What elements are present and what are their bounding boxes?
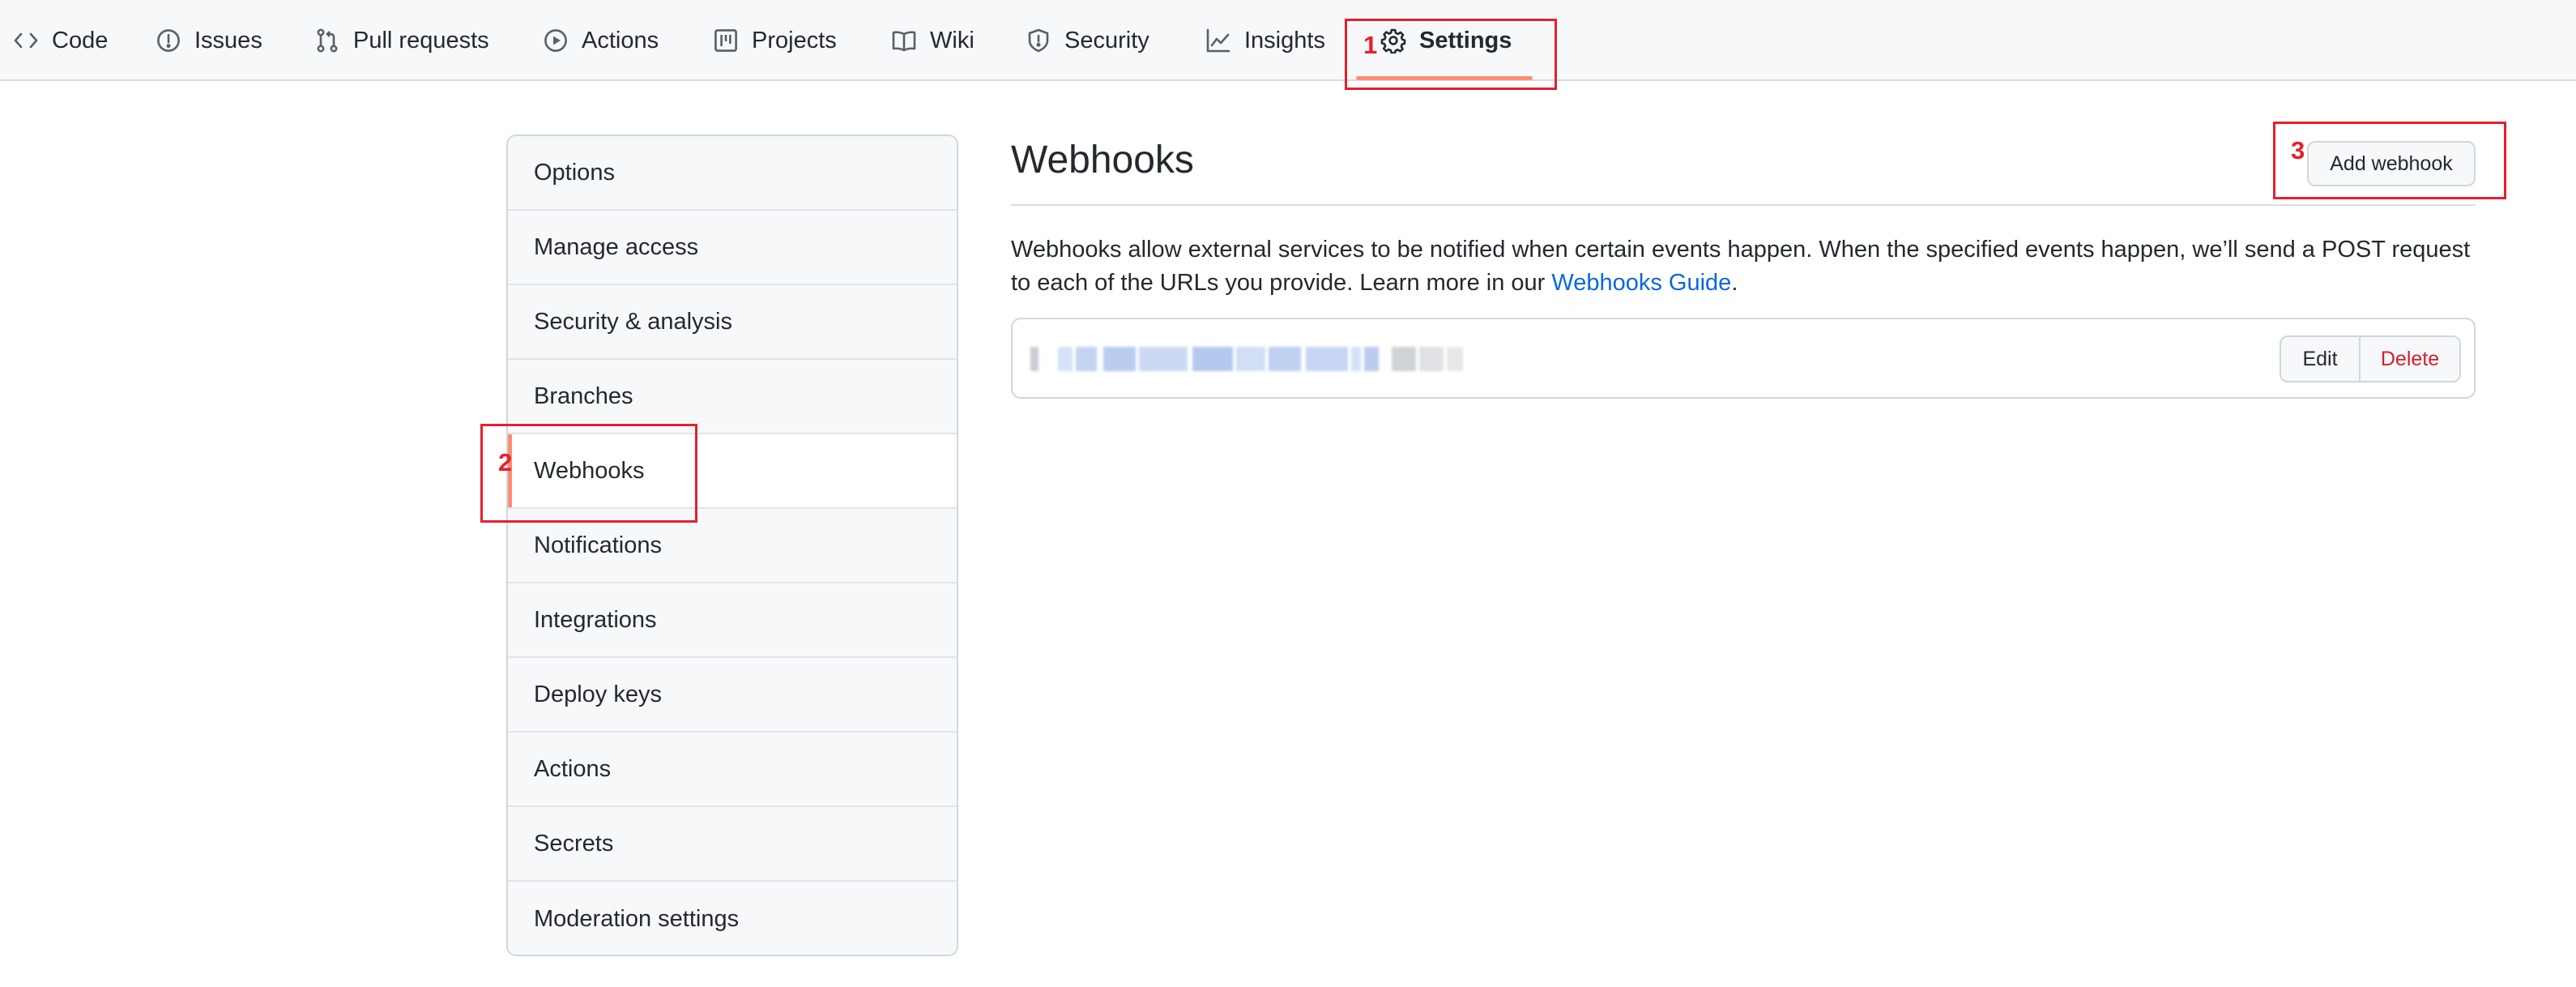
webhooks-guide-link[interactable]: Webhooks Guide xyxy=(1551,270,1731,296)
sidebar-item-secrets[interactable]: Secrets xyxy=(508,807,957,882)
sidebar-item-label: Security & analysis xyxy=(534,308,732,335)
title-divider xyxy=(1011,204,2476,206)
sidebar-item-security-analysis[interactable]: Security & analysis xyxy=(508,285,957,360)
annotation-number-2: 2 xyxy=(498,448,513,476)
tab-projects[interactable]: Projects xyxy=(713,0,837,81)
description-end: . xyxy=(1731,270,1738,296)
sidebar-item-label: Deploy keys xyxy=(534,681,662,707)
delete-webhook-button[interactable]: Delete xyxy=(2361,337,2459,381)
project-icon xyxy=(714,29,737,52)
tab-label: Pull requests xyxy=(353,27,489,53)
sidebar-item-moderation-settings[interactable]: Moderation settings xyxy=(508,882,957,955)
tab-security[interactable]: Security xyxy=(1026,0,1149,81)
issue-icon xyxy=(157,29,180,52)
tab-label: Actions xyxy=(582,27,659,53)
play-icon xyxy=(544,29,567,52)
pull-request-icon xyxy=(317,28,338,53)
sidebar-item-label: Integrations xyxy=(534,606,657,633)
settings-sidebar: Options Manage access Security & analysi… xyxy=(506,135,958,956)
annotation-number-1: 1 xyxy=(1363,31,1378,59)
description-text: Webhooks allow external services to be n… xyxy=(1011,237,2471,296)
graph-icon xyxy=(1206,28,1230,53)
sidebar-item-label: Notifications xyxy=(534,532,662,558)
tab-label: Code xyxy=(52,27,109,53)
tab-code[interactable]: Code xyxy=(13,0,108,81)
annotation-box-add-webhook xyxy=(2273,122,2506,199)
tab-wiki[interactable]: Wiki xyxy=(891,0,975,81)
sidebar-item-label: Actions xyxy=(534,755,612,782)
tab-pull-requests[interactable]: Pull requests xyxy=(314,0,489,81)
tab-label: Projects xyxy=(752,27,837,53)
tab-actions[interactable]: Actions xyxy=(543,0,659,81)
annotation-box-webhooks xyxy=(480,424,697,523)
sidebar-item-label: Options xyxy=(534,159,615,186)
tab-label: Insights xyxy=(1244,27,1325,53)
sidebar-item-actions[interactable]: Actions xyxy=(508,733,957,807)
sidebar-item-label: Secrets xyxy=(534,830,614,857)
repo-nav: Code Issues Pull requests Actions Projec… xyxy=(0,0,2576,81)
shield-icon xyxy=(1028,28,1049,53)
sidebar-item-manage-access[interactable]: Manage access xyxy=(508,211,957,285)
tab-label: Issues xyxy=(194,27,262,53)
sidebar-item-label: Moderation settings xyxy=(534,905,740,932)
annotation-number-3: 3 xyxy=(2291,136,2305,164)
page-title: Webhooks xyxy=(1011,139,1194,182)
code-icon xyxy=(14,32,38,49)
webhook-url-redacted[interactable] xyxy=(1030,347,1474,371)
book-icon xyxy=(892,31,916,52)
webhook-list-item: Edit Delete xyxy=(1011,318,2476,399)
edit-webhook-button[interactable]: Edit xyxy=(2281,337,2361,381)
tab-insights[interactable]: Insights xyxy=(1205,0,1325,81)
tab-label: Security xyxy=(1064,27,1149,53)
webhook-actions: Edit Delete xyxy=(2280,335,2461,382)
tab-issues[interactable]: Issues xyxy=(156,0,262,81)
sidebar-item-label: Branches xyxy=(534,382,633,409)
sidebar-item-label: Manage access xyxy=(534,233,699,260)
sidebar-item-integrations[interactable]: Integrations xyxy=(508,583,957,658)
sidebar-item-deploy-keys[interactable]: Deploy keys xyxy=(508,658,957,733)
webhooks-description: Webhooks allow external services to be n… xyxy=(1011,233,2485,300)
sidebar-item-options[interactable]: Options xyxy=(508,136,957,211)
tab-label: Wiki xyxy=(930,27,975,53)
